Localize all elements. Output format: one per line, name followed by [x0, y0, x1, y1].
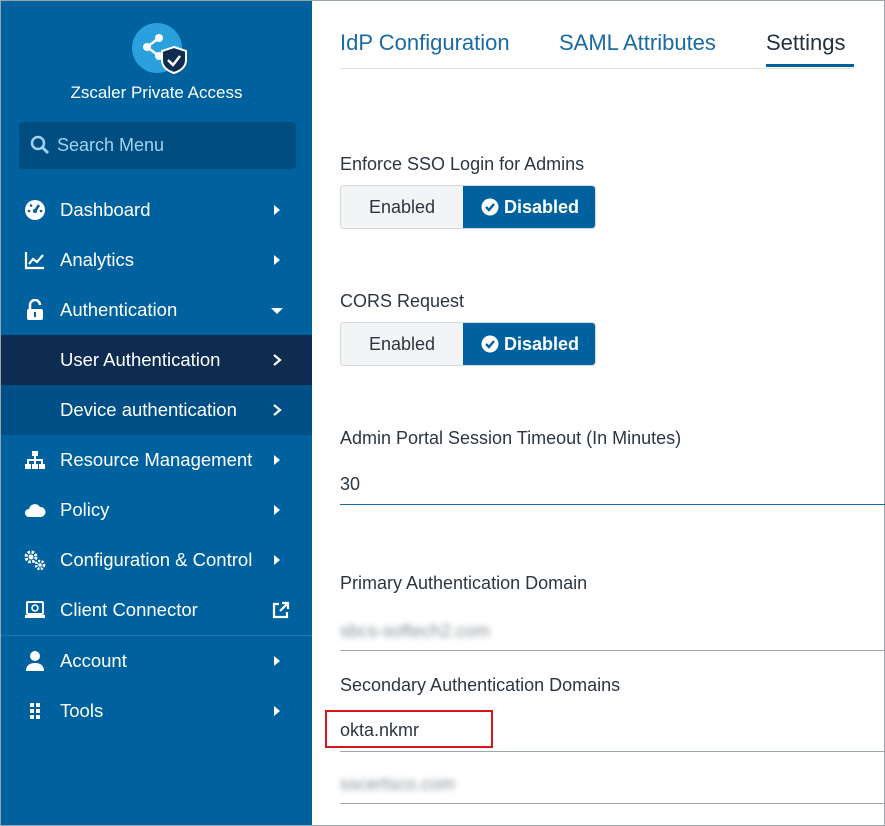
cloud-icon — [25, 504, 46, 517]
chevron-right-icon — [273, 404, 282, 416]
line-chart-icon — [24, 252, 44, 270]
session-timeout-input[interactable]: 30 — [340, 474, 360, 495]
search-input[interactable] — [57, 131, 287, 159]
enforce-sso-disabled-option[interactable]: Disabled — [463, 186, 595, 228]
cors-request-label: CORS Request — [340, 291, 465, 311]
sidebar-item-label: Analytics — [60, 249, 135, 270]
session-timeout-underline — [340, 504, 885, 505]
chevron-right-icon — [274, 656, 280, 666]
sidebar-item-label: Policy — [60, 499, 110, 520]
secondary-domain-item: sscertsco.com — [340, 774, 456, 794]
sidebar-item-label: Authentication — [60, 299, 178, 320]
external-link-icon — [272, 601, 290, 619]
tab-settings[interactable]: Settings — [766, 30, 846, 56]
tabs-divider — [340, 68, 854, 69]
laptop-icon — [25, 601, 45, 618]
search-box[interactable] — [19, 122, 296, 169]
primary-domain-underline — [340, 650, 885, 651]
sidebar-item-label: Tools — [60, 700, 104, 721]
cors-disabled-option[interactable]: Disabled — [463, 323, 595, 365]
sidebar-item-label: Resource Management — [60, 449, 253, 470]
grid-dots-icon — [30, 703, 40, 719]
secondary-domains-label: Secondary Authentication Domains — [340, 675, 621, 695]
session-timeout-label: Admin Portal Session Timeout (In Minutes… — [340, 428, 682, 448]
cors-disabled-label: Disabled — [504, 334, 580, 354]
sidebar: Zscaler Private Access Dashboard Analyti… — [1, 1, 312, 825]
primary-domain-value: sbcs-softech2.com — [340, 621, 491, 641]
dashboard-icon — [25, 200, 45, 220]
cogs-icon — [24, 550, 46, 571]
chevron-right-icon — [274, 455, 280, 465]
chevron-right-icon — [274, 555, 280, 565]
chevron-right-icon — [274, 706, 280, 716]
sidebar-item-policy[interactable]: Policy — [1, 485, 312, 535]
sidebar-item-configuration-control[interactable]: Configuration & Control — [1, 535, 312, 585]
sitemap-icon — [25, 451, 45, 469]
sidebar-item-label: Client Connector — [60, 599, 198, 620]
sidebar-item-label: User Authentication — [60, 349, 221, 370]
enforce-sso-toggle: Enabled Disabled — [340, 185, 596, 229]
sidebar-item-label: Device authentication — [60, 399, 237, 420]
tab-idp-configuration[interactable]: IdP Configuration — [340, 30, 510, 56]
chevron-right-icon — [274, 205, 280, 215]
cors-request-toggle: Enabled Disabled — [340, 322, 596, 366]
chevron-right-icon — [274, 255, 280, 265]
cors-enabled-option[interactable]: Enabled — [341, 323, 463, 365]
user-icon — [26, 651, 44, 671]
check-circle-icon — [481, 335, 499, 353]
sidebar-item-label: Dashboard — [60, 199, 151, 220]
tab-active-indicator — [766, 64, 854, 67]
sidebar-item-label: Account — [60, 650, 127, 671]
app-title: Zscaler Private Access — [70, 83, 243, 102]
secondary-domain-divider — [340, 803, 885, 804]
sidebar-item-dashboard[interactable]: Dashboard — [1, 185, 312, 235]
sidebar-item-analytics[interactable]: Analytics — [1, 235, 312, 285]
chevron-right-icon — [274, 505, 280, 515]
tab-saml-attributes[interactable]: SAML Attributes — [559, 30, 716, 56]
enforce-sso-disabled-label: Disabled — [504, 197, 580, 217]
unlock-icon — [27, 299, 43, 320]
enforce-sso-enabled-option[interactable]: Enabled — [341, 186, 463, 228]
sidebar-item-tools[interactable]: Tools — [1, 686, 312, 736]
check-circle-icon — [481, 198, 499, 216]
chevron-right-icon — [273, 354, 282, 366]
sidebar-item-label: Configuration & Control — [60, 549, 253, 570]
sidebar-item-authentication[interactable]: Authentication — [1, 285, 312, 335]
sidebar-item-resource-management[interactable]: Resource Management — [1, 435, 312, 485]
zpa-logo-icon — [132, 23, 187, 75]
secondary-domain-divider — [340, 751, 885, 752]
primary-domain-label: Primary Authentication Domain — [340, 573, 588, 593]
highlight-annotation — [325, 710, 493, 748]
sidebar-item-user-authentication[interactable]: User Authentication — [1, 335, 312, 385]
enforce-sso-label: Enforce SSO Login for Admins — [340, 154, 585, 174]
search-icon — [30, 135, 50, 155]
sidebar-item-account[interactable]: Account — [1, 636, 312, 686]
sidebar-item-client-connector[interactable]: Client Connector — [1, 585, 312, 635]
chevron-down-icon — [271, 308, 283, 314]
sidebar-item-device-authentication[interactable]: Device authentication — [1, 385, 312, 435]
